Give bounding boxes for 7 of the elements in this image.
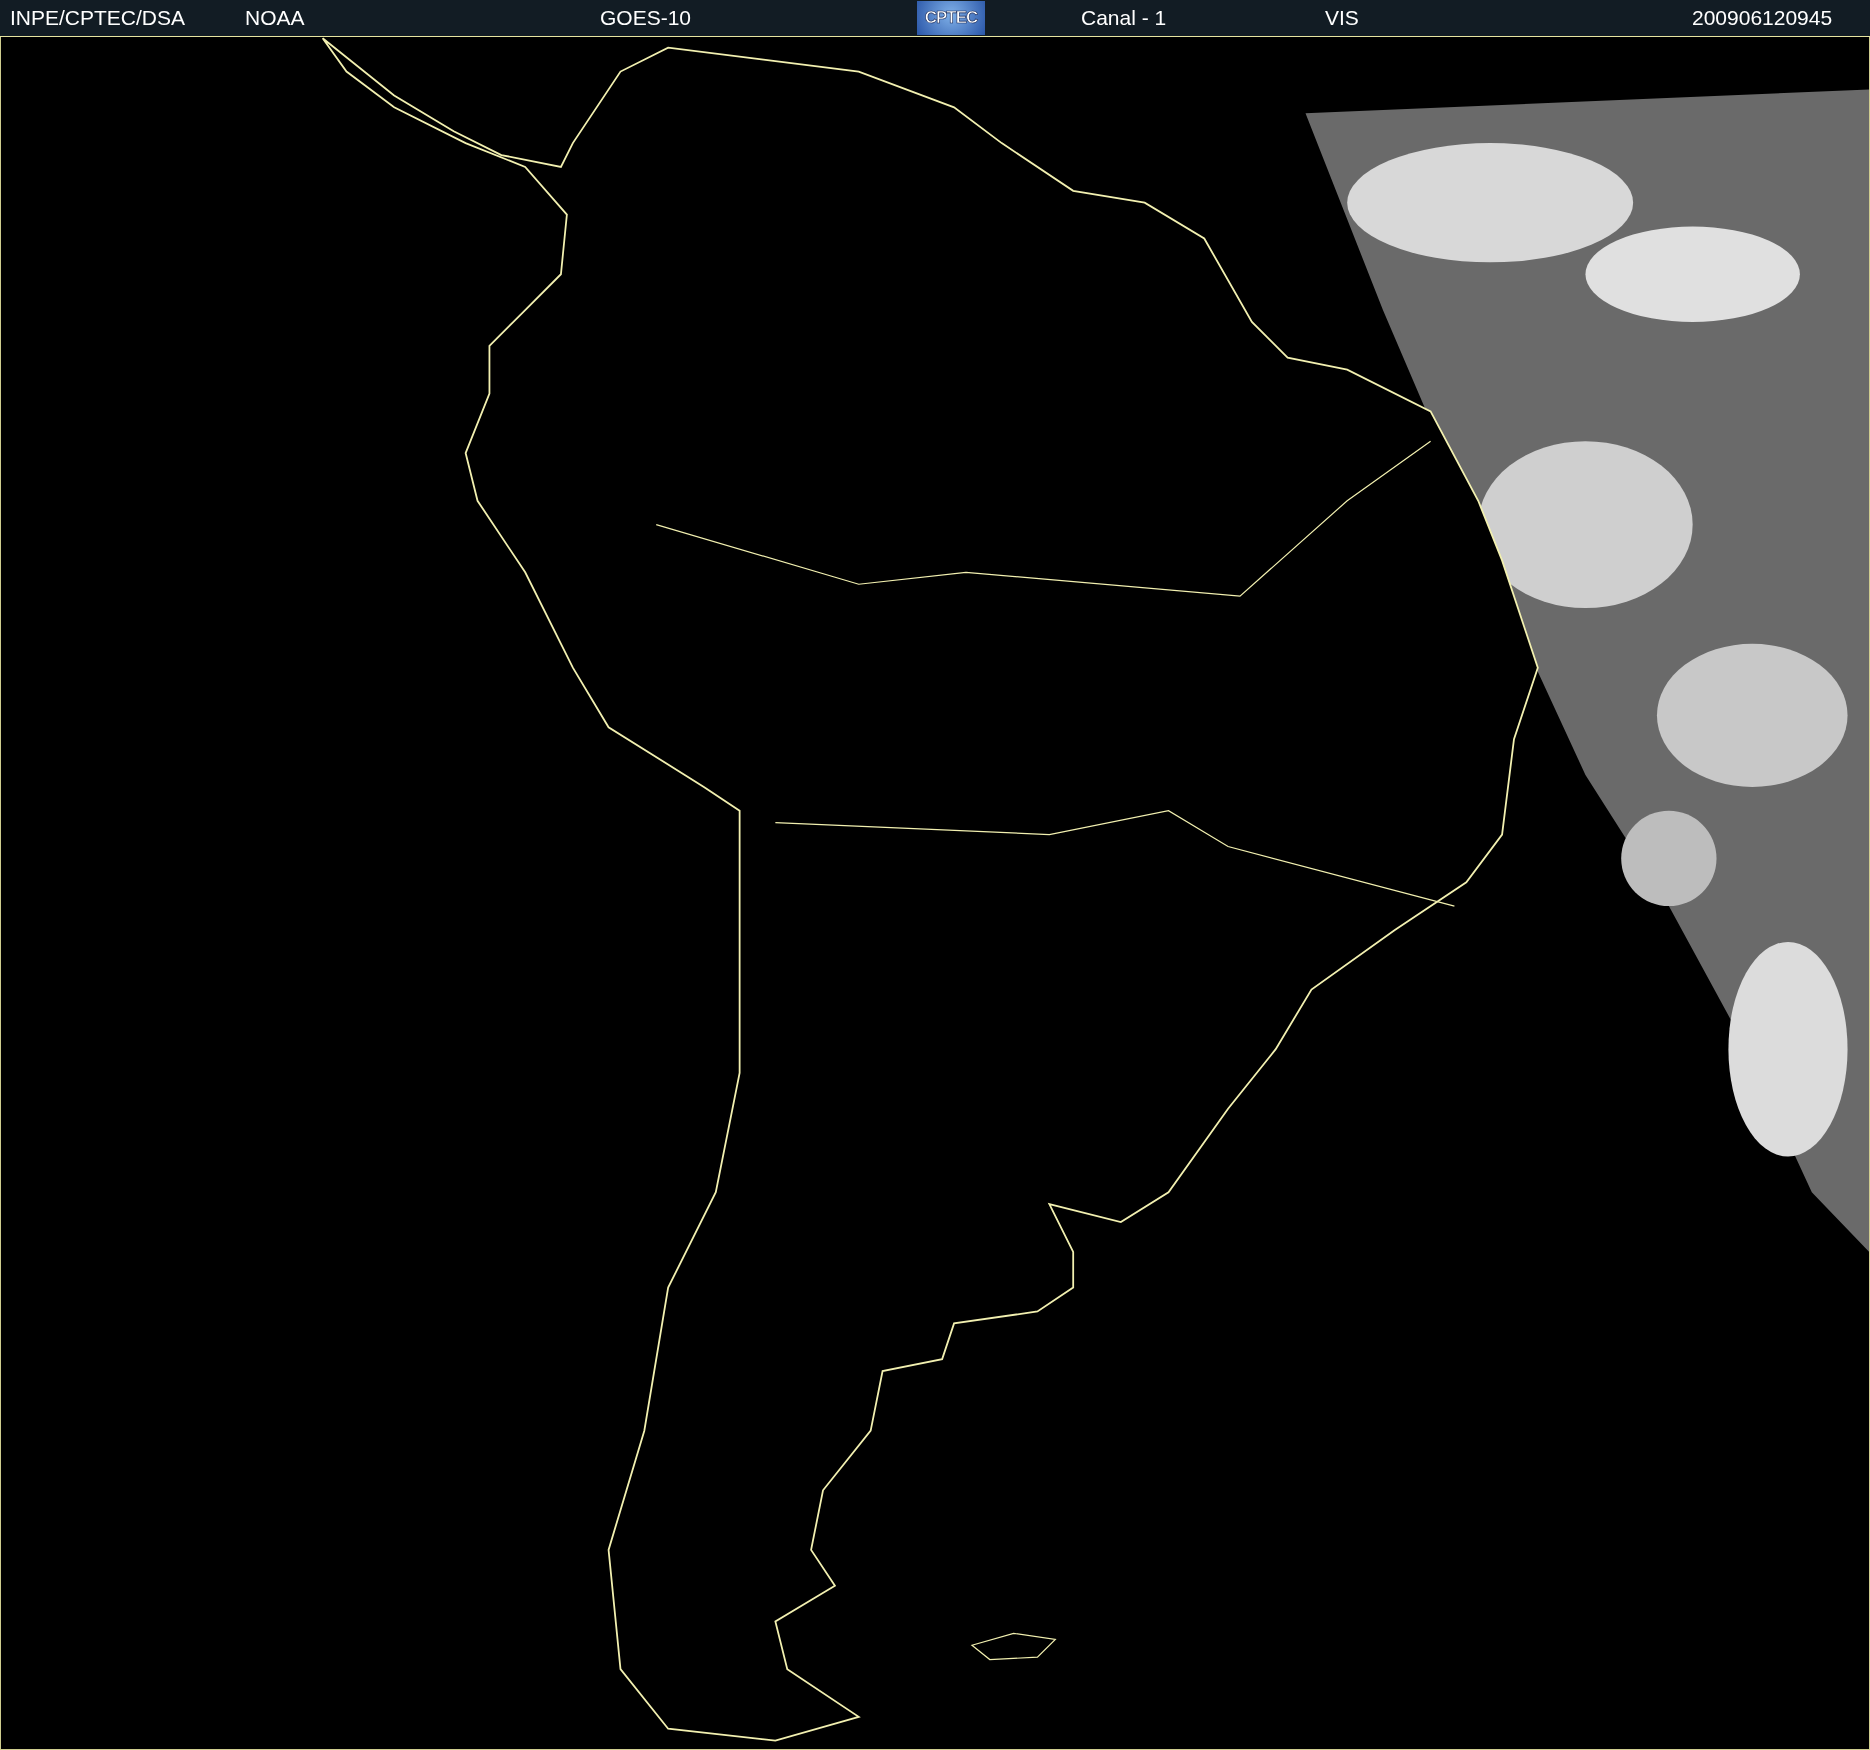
- header-label: VIS: [1325, 6, 1359, 30]
- header-label: INPE/CPTEC/DSA: [10, 6, 186, 30]
- header-label: Canal - 1: [1081, 6, 1167, 30]
- header-label: NOAA: [245, 6, 305, 30]
- logo-badge: CPTEC: [917, 1, 985, 35]
- header-label: 200906120945: [1692, 6, 1833, 30]
- header-label: GOES-10: [600, 6, 692, 30]
